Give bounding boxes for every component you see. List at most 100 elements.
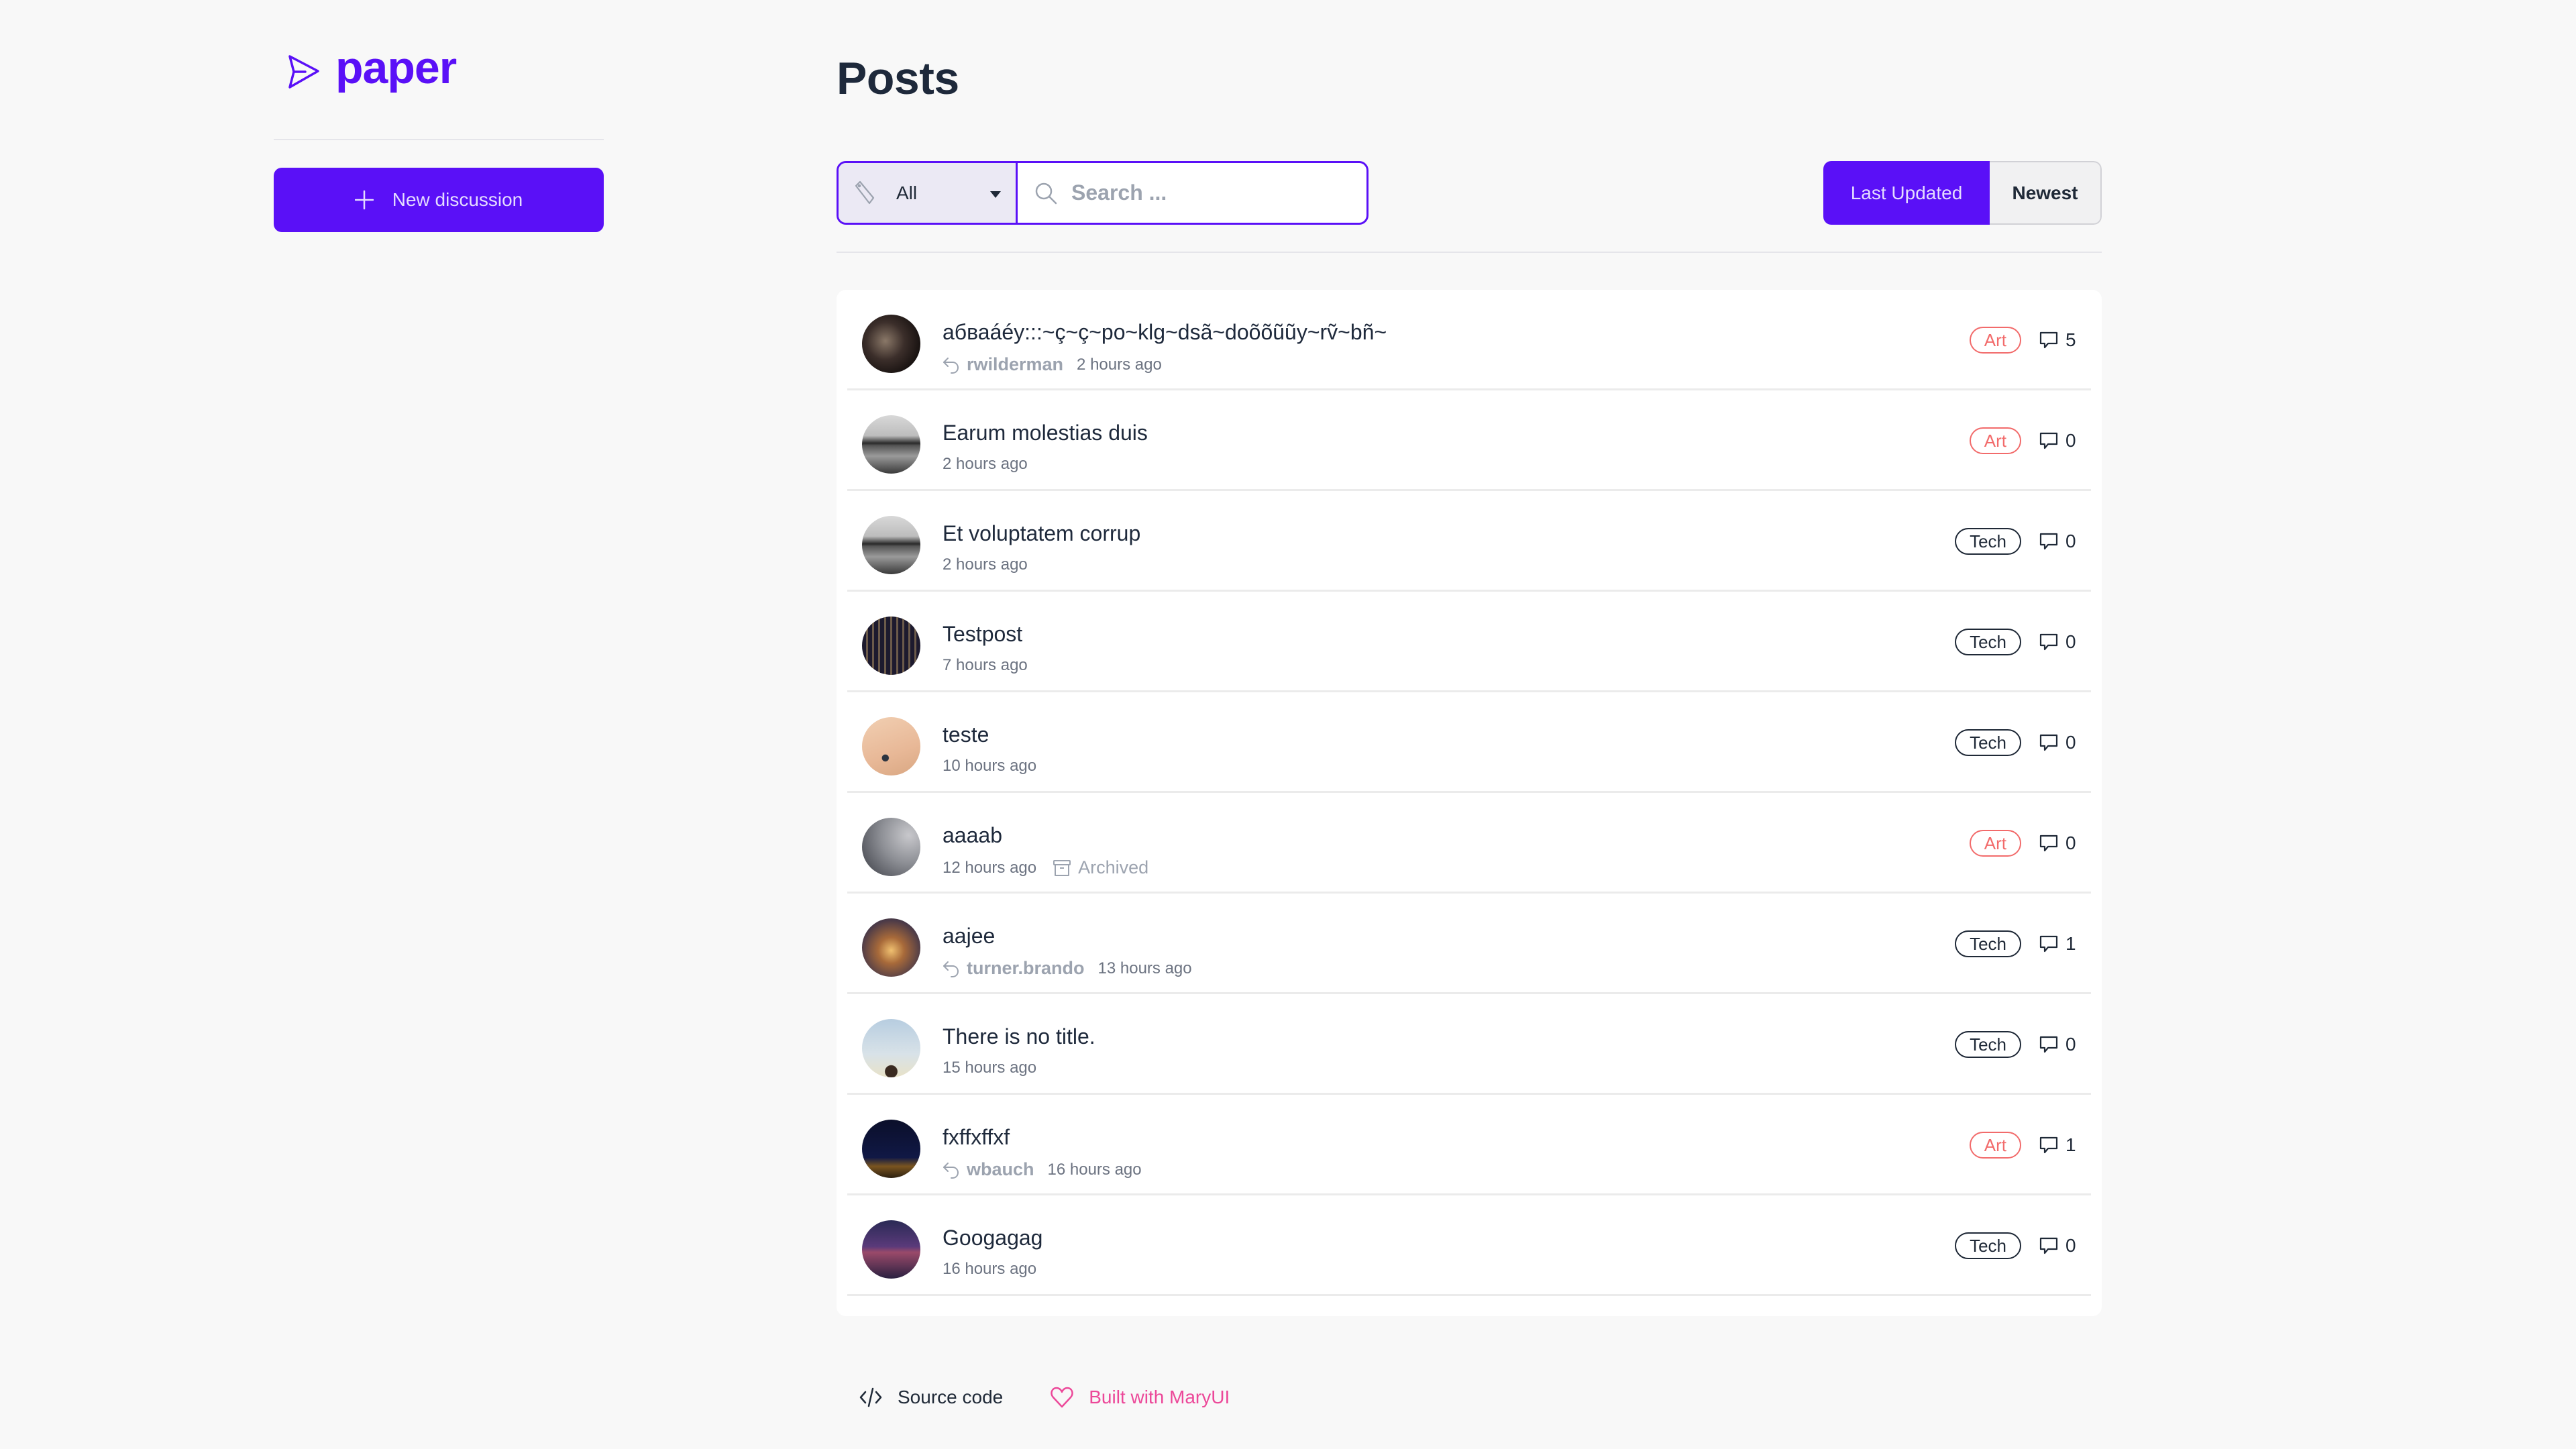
sort-tabs: Last Updated Newest [1823, 161, 2102, 225]
tag-badge: Art [1969, 1132, 2021, 1159]
caret-down-icon [990, 191, 1001, 198]
built-with-maryui-link[interactable]: Built with MaryUI [1050, 1385, 1230, 1409]
new-discussion-label: New discussion [392, 189, 523, 210]
post-title[interactable]: Testpost [943, 622, 1022, 647]
tag-badge: Tech [1955, 1232, 2021, 1259]
post-meta: 7 hours ago [943, 656, 1028, 675]
comment-count: 0 [2039, 631, 2076, 653]
comment-count: 0 [2039, 430, 2076, 451]
reply-icon [943, 357, 959, 374]
post-time: 16 hours ago [943, 1260, 1037, 1278]
post-title[interactable]: абваáéy:::~ç~ç~po~klg~dsã~doõõũũy~rṽ~bñ~ [943, 320, 1387, 345]
tag-badge: Art [1969, 427, 2021, 454]
post-stats: Tech 0 [1955, 629, 2076, 655]
post-row[interactable]: Earum molestias duis 2 hours ago Art 0 [847, 390, 2091, 491]
reply-icon [943, 961, 959, 977]
post-row[interactable]: Googagag 16 hours ago Tech 0 [847, 1195, 2091, 1296]
comment-icon [2039, 331, 2058, 349]
post-title[interactable]: Googagag [943, 1226, 1042, 1250]
post-stats: Art 0 [1969, 830, 2076, 857]
comment-count-value: 0 [2065, 833, 2076, 853]
post-time: 2 hours ago [1077, 355, 1162, 374]
tag-icon [855, 180, 875, 204]
comment-count: 0 [2039, 732, 2076, 753]
tab-last-updated[interactable]: Last Updated [1823, 161, 1990, 225]
reply-author[interactable]: wbauch [943, 1159, 1034, 1180]
tag-filter-select[interactable]: All [839, 163, 1018, 223]
tag-badge: Tech [1955, 629, 2021, 655]
post-title[interactable]: fxffxffxf [943, 1125, 1010, 1150]
post-row[interactable]: fxffxffxf wbauch 16 hours ago Art 1 [847, 1095, 2091, 1195]
reply-icon [943, 1162, 959, 1179]
post-row[interactable]: абваáéy:::~ç~ç~po~klg~dsã~doõõũũy~rṽ~bñ~… [847, 290, 2091, 390]
source-code-link[interactable]: Source code [859, 1385, 1003, 1409]
comment-icon [2039, 935, 2058, 953]
post-avatar [862, 1019, 920, 1077]
post-title[interactable]: There is no title. [943, 1024, 1095, 1049]
post-stats: Tech 0 [1955, 1232, 2076, 1259]
comment-icon [2039, 633, 2058, 651]
post-meta: rwilderman 2 hours ago [943, 354, 1162, 375]
post-row[interactable]: aajee turner.brando 13 hours ago Tech 1 [847, 894, 2091, 994]
reply-author[interactable]: turner.brando [943, 958, 1085, 979]
reply-author-name: wbauch [967, 1159, 1034, 1179]
built-with-label: Built with MaryUI [1089, 1387, 1230, 1407]
reply-author[interactable]: rwilderman [943, 354, 1063, 375]
post-meta: turner.brando 13 hours ago [943, 958, 1192, 979]
post-avatar [862, 1120, 920, 1178]
page-title: Posts [837, 53, 959, 104]
post-stats: Art 5 [1969, 327, 2076, 354]
search-input[interactable] [1071, 180, 1353, 205]
post-meta: 15 hours ago [943, 1059, 1036, 1077]
tab-newest[interactable]: Newest [1990, 161, 2102, 225]
post-meta: 10 hours ago [943, 757, 1036, 775]
sidebar-divider [274, 139, 604, 140]
tag-badge: Art [1969, 830, 2021, 857]
brand-name: paper [335, 42, 457, 93]
post-row[interactable]: aaaab 12 hours ago Archived Art 0 [847, 793, 2091, 894]
post-stats: Tech 1 [1955, 930, 2076, 957]
post-meta: 16 hours ago [943, 1260, 1036, 1279]
post-avatar [862, 918, 920, 977]
post-stats: Art 0 [1969, 427, 2076, 454]
logo[interactable]: paper [287, 45, 457, 91]
comment-count: 1 [2039, 933, 2076, 955]
post-time: 10 hours ago [943, 757, 1037, 775]
comment-count-value: 0 [2065, 631, 2076, 652]
post-time: 13 hours ago [1097, 959, 1192, 977]
footer: Source code Built with MaryUI [859, 1385, 1230, 1409]
tag-badge: Tech [1955, 528, 2021, 555]
heart-icon [1051, 1387, 1073, 1408]
post-title[interactable]: aaaab [943, 823, 1002, 848]
post-avatar [862, 717, 920, 775]
post-row[interactable]: teste 10 hours ago Tech 0 [847, 692, 2091, 793]
post-title[interactable]: Earum molestias duis [943, 421, 1148, 445]
post-row[interactable]: Testpost 7 hours ago Tech 0 [847, 592, 2091, 692]
new-discussion-button[interactable]: New discussion [274, 168, 604, 232]
post-row[interactable]: There is no title. 15 hours ago Tech 0 [847, 994, 2091, 1095]
plus-icon [354, 190, 374, 210]
tag-badge: Art [1969, 327, 2021, 354]
posts-list: абваáéy:::~ç~ç~po~klg~dsã~doõõũũy~rṽ~bñ~… [837, 290, 2102, 1316]
post-row[interactable]: Et voluptatem corrup 2 hours ago Tech 0 [847, 491, 2091, 592]
paper-plane-icon [288, 55, 319, 89]
source-code-label: Source code [898, 1387, 1004, 1407]
search-icon [1035, 182, 1057, 204]
comment-count-value: 0 [2065, 1235, 2076, 1256]
post-title[interactable]: Et voluptatem corrup [943, 521, 1140, 546]
post-title[interactable]: aajee [943, 924, 995, 949]
tag-badge: Tech [1955, 930, 2021, 957]
filter-group: All [837, 161, 1368, 225]
comment-count: 0 [2039, 1235, 2076, 1256]
comment-count: 0 [2039, 1034, 2076, 1055]
post-title[interactable]: teste [943, 722, 989, 747]
comment-count-value: 0 [2065, 732, 2076, 753]
post-avatar [862, 516, 920, 574]
comment-count-value: 0 [2065, 430, 2076, 451]
post-stats: Tech 0 [1955, 729, 2076, 756]
tag-badge: Tech [1955, 729, 2021, 756]
comment-count: 0 [2039, 833, 2076, 854]
comment-icon [2039, 835, 2058, 852]
reply-author-name: rwilderman [967, 354, 1064, 374]
search-box [1018, 163, 1366, 223]
